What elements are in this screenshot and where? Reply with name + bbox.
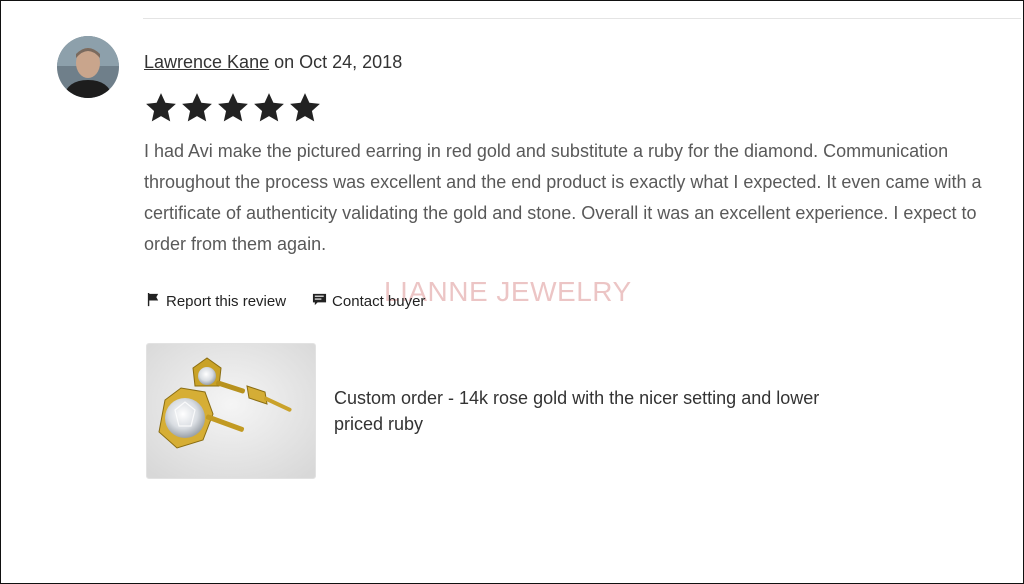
star-icon <box>180 91 214 130</box>
review-date: on Oct 24, 2018 <box>274 52 403 72</box>
avatar[interactable] <box>57 36 119 98</box>
report-review-label: Report this review <box>166 293 287 310</box>
contact-buyer-button[interactable]: Contact buyer <box>312 292 425 311</box>
review-actions: Report this review Contact buyer <box>146 292 425 311</box>
star-icon <box>144 91 178 130</box>
contact-buyer-label: Contact buyer <box>332 293 426 310</box>
star-rating <box>144 91 322 130</box>
review-byline: Lawrence Kane on Oct 24, 2018 <box>144 52 402 73</box>
report-review-button[interactable]: Report this review <box>146 292 286 311</box>
divider <box>143 18 1021 19</box>
reviewer-name-link[interactable]: Lawrence Kane <box>144 52 269 72</box>
product-thumbnail[interactable] <box>146 343 316 479</box>
star-icon <box>252 91 286 130</box>
product-title[interactable]: Custom order - 14k rose gold with the ni… <box>334 385 844 437</box>
message-icon <box>312 292 327 311</box>
flag-icon <box>146 292 161 311</box>
star-icon <box>216 91 250 130</box>
star-icon <box>288 91 322 130</box>
review-text: I had Avi make the pictured earring in r… <box>144 141 982 254</box>
